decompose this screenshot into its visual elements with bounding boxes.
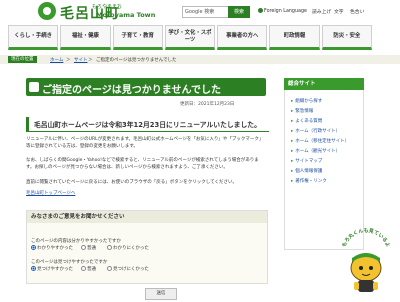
renewal-heading: 毛呂山町ホームページは令和3年12月23日にリニューアルいたしました。 [34,121,261,129]
q2-option-easy[interactable]: 見つけやすかった [31,266,73,272]
global-nav: くらし・手続き 福祉・健康 子育て・教育 学び・文化・スポーツ 事業者の方へ 町… [8,25,372,50]
radio-icon [81,266,86,271]
q1-option-easy[interactable]: わかりやすかった [31,245,73,251]
survey-title: みなさまのご意見をお聞かせください [27,211,267,223]
paragraph-back-note: 直前に閲覧されていたページに戻るには、お使いのブラウザの「戻る」ボタンをクリック… [26,180,238,185]
page-icon [29,82,39,92]
breadcrumb-current: ご指定のページは見つかりませんでした [96,58,177,63]
q1-option-normal[interactable]: 普通 [81,245,96,251]
svg-text:もろ丸くんも見ているよ: もろ丸くんも見ているよ [340,228,391,248]
nav-safety[interactable]: 防災・安全 [321,25,372,50]
q2-option-hard[interactable]: 見つけにくかった [107,266,149,272]
font-size-link[interactable]: 文字 [334,8,344,15]
mascot-illustration: もろ丸くんも見ているよ [336,227,396,298]
radio-icon [107,266,112,271]
breadcrumb-site[interactable]: サイト [74,57,88,63]
sidebar-item-copyright[interactable]: 著作権・リンク [291,178,327,184]
sidebar-item-emergency[interactable]: 緊急情報 [291,108,313,114]
sidebar-links: 組織から探す 緊急情報 よくある質問 ホーム（行政サイト） ホーム（移住定住サイ… [284,90,364,250]
search-button[interactable]: 検索 [228,6,250,18]
radio-icon [107,245,112,250]
nav-culture[interactable]: 学び・文化・スポーツ [164,25,216,50]
site-logo-kana: もろやままち [92,4,123,10]
sidebar-item-organization[interactable]: 組織から探す [291,98,322,104]
paragraph-search-note: なお、しばらくの間Google・Yahoo!などで検索すると、リニューアル前のペ… [26,158,259,170]
sidebar-item-faq[interactable]: よくある質問 [291,118,322,124]
radio-selected-icon [31,266,36,271]
globe-icon [258,8,263,13]
breadcrumb-label: 現在の位置 [8,56,37,63]
paragraph-url-change: リニューアルに伴い、ページのURLが変更されます。毛呂山町公式ホームページを「お… [26,137,264,149]
foreign-language-link[interactable]: Foreign Language [258,8,307,14]
sidebar-title: 総合サイト [284,78,364,90]
renewal-heading-box: 毛呂山町ホームページは令和3年12月23日にリニューアルいたしました。 [26,117,269,132]
sidebar-item-migration-home[interactable]: ホーム（移住定住サイト） [291,138,349,144]
radio-selected-icon [31,245,36,250]
page-title-bar: ご指定のページは見つかりませんでした [26,78,266,96]
nav-childcare[interactable]: 子育て・教育 [112,25,163,50]
sidebar-item-admin-home[interactable]: ホーム（行政サイト） [291,128,340,134]
feedback-survey: みなさまのご意見をお聞かせください このページの内容は分かりやすかったですか わ… [26,210,268,284]
top-page-link[interactable]: 毛呂山町トップページへ [26,190,264,197]
nav-living[interactable]: くらし・手続き [8,25,59,50]
page-title: ご指定のページは見つかりませんでした [42,85,221,96]
q1-option-hard[interactable]: わかりにくかった [107,245,149,251]
radio-icon [81,245,86,250]
search-input[interactable]: Google 検索 [182,6,230,18]
q2-option-normal[interactable]: 普通 [81,266,96,272]
survey-submit-button[interactable]: 送信 [145,288,177,300]
breadcrumb-home[interactable]: ホーム [50,57,63,63]
survey-question-1: このページの内容は分かりやすかったですか [31,239,121,244]
survey-question-2: このページは見つけやすかったですか [31,260,108,265]
updated-date: 更新日：2021年12月23日 [180,102,235,107]
town-logo-icon[interactable] [38,2,56,20]
site-logo-roman: Moroyama Town [96,11,156,19]
read-aloud-link[interactable]: 読み上げ [312,8,331,15]
color-contrast-link[interactable]: 色合い [350,8,364,15]
nav-business[interactable]: 事業者の方へ [217,25,268,50]
mascot-caption: もろ丸くんも見ているよ [340,227,391,248]
sidebar-item-sitemap[interactable]: サイトマップ [291,158,322,164]
sidebar-item-tourism-home[interactable]: ホーム（観光サイト） [291,148,340,154]
nav-welfare[interactable]: 福祉・健康 [60,25,111,50]
sidebar-item-privacy[interactable]: 個人情報保護 [291,168,322,174]
nav-town-info[interactable]: 町政情報 [269,25,320,50]
